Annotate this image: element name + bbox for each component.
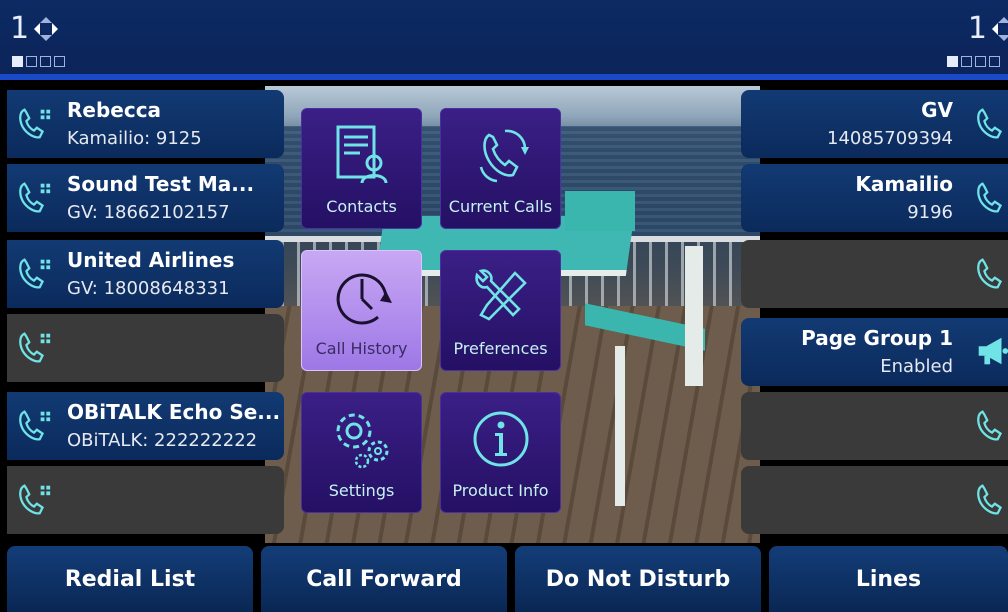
line-key-name: OBiTALK Echo Se... <box>67 400 281 424</box>
phone-handset-icon <box>977 182 1003 213</box>
line-key-detail: OBiTALK: 222222222 <box>67 430 258 451</box>
line-key-detail: Kamailio: 9125 <box>67 128 202 149</box>
call-forward-softkey[interactable]: Call Forward <box>261 546 507 612</box>
do-not-disturb-softkey[interactable]: Do Not Disturb <box>515 546 761 612</box>
line-key-name: Rebecca <box>67 98 162 122</box>
gears-icon <box>336 413 389 469</box>
contacts-tile[interactable]: Contacts <box>301 108 422 229</box>
redial-list-softkey[interactable]: Redial List <box>7 546 253 612</box>
line-key-name: Kamailio <box>855 172 953 196</box>
top-status-bar: 1 1 <box>0 0 1008 80</box>
line-key-right-3[interactable] <box>741 240 1008 308</box>
clock-history-icon <box>336 273 392 325</box>
preferences-tile[interactable]: Preferences <box>440 250 561 371</box>
current-calls-icon <box>479 129 529 183</box>
line-key-name: Sound Test Ma... <box>67 172 255 196</box>
line-key-name: GV <box>921 98 953 122</box>
settings-tile[interactable]: Settings <box>301 392 422 513</box>
line-key-detail: 9196 <box>907 202 953 223</box>
phone-handset-icon <box>19 258 51 289</box>
phone-handset-icon <box>19 108 51 139</box>
left-page-indicator[interactable]: 1 <box>10 14 60 44</box>
line-key-right-4[interactable]: Page Group 1 Enabled <box>741 318 1008 386</box>
line-key-detail: Enabled <box>880 356 953 377</box>
phone-handset-icon <box>19 410 51 441</box>
preferences-label: Preferences <box>453 339 548 358</box>
line-key-left-6[interactable] <box>7 466 284 534</box>
right-page-number: 1 <box>967 11 987 46</box>
right-page-dots <box>947 56 1000 67</box>
phone-handset-icon <box>19 182 51 213</box>
line-key-right-2[interactable]: Kamailio 9196 <box>741 164 1008 232</box>
line-key-left-2[interactable]: Sound Test Ma... GV: 18662102157 <box>7 164 284 232</box>
line-key-detail: GV: 18662102157 <box>67 202 230 223</box>
line-key-name: United Airlines <box>67 248 235 272</box>
lines-softkey[interactable]: Lines <box>769 546 1008 612</box>
line-key-detail: 14085709394 <box>827 128 953 149</box>
left-page-dots <box>12 56 65 67</box>
right-page-indicator[interactable]: 1 <box>968 14 1008 44</box>
call-history-label: Call History <box>315 339 408 358</box>
left-page-number: 1 <box>10 11 30 46</box>
current-calls-tile[interactable]: Current Calls <box>440 108 561 229</box>
line-key-left-5[interactable]: OBiTALK Echo Se... OBiTALK: 222222222 <box>7 392 284 460</box>
navigation-arrows-icon <box>992 17 1008 41</box>
navigation-arrows-icon <box>34 17 59 41</box>
line-key-left-1[interactable]: Rebecca Kamailio: 9125 <box>7 90 284 158</box>
phone-handset-icon <box>19 484 51 515</box>
line-key-name: Page Group 1 <box>801 326 953 350</box>
product-info-tile[interactable]: Product Info <box>440 392 561 513</box>
info-icon <box>473 411 529 467</box>
megaphone-icon <box>978 337 1008 365</box>
product-info-label: Product Info <box>452 481 549 500</box>
phone-handset-icon <box>19 332 51 363</box>
line-key-left-3[interactable]: United Airlines GV: 18008648331 <box>7 240 284 308</box>
phone-handset-icon <box>977 410 1003 441</box>
phone-handset-icon <box>977 108 1003 139</box>
settings-label: Settings <box>328 481 395 500</box>
line-key-right-6[interactable] <box>741 466 1008 534</box>
contacts-label: Contacts <box>326 197 397 216</box>
line-key-left-4[interactable] <box>7 314 284 382</box>
phone-handset-icon <box>977 484 1003 515</box>
call-history-tile[interactable]: Call History <box>301 250 422 371</box>
tools-icon <box>475 269 527 321</box>
current-calls-label: Current Calls <box>448 197 553 216</box>
line-key-right-1[interactable]: GV 14085709394 <box>741 90 1008 158</box>
contacts-icon <box>336 125 388 184</box>
line-key-right-5[interactable] <box>741 392 1008 460</box>
line-key-detail: GV: 18008648331 <box>67 278 230 299</box>
phone-handset-icon <box>977 258 1003 289</box>
